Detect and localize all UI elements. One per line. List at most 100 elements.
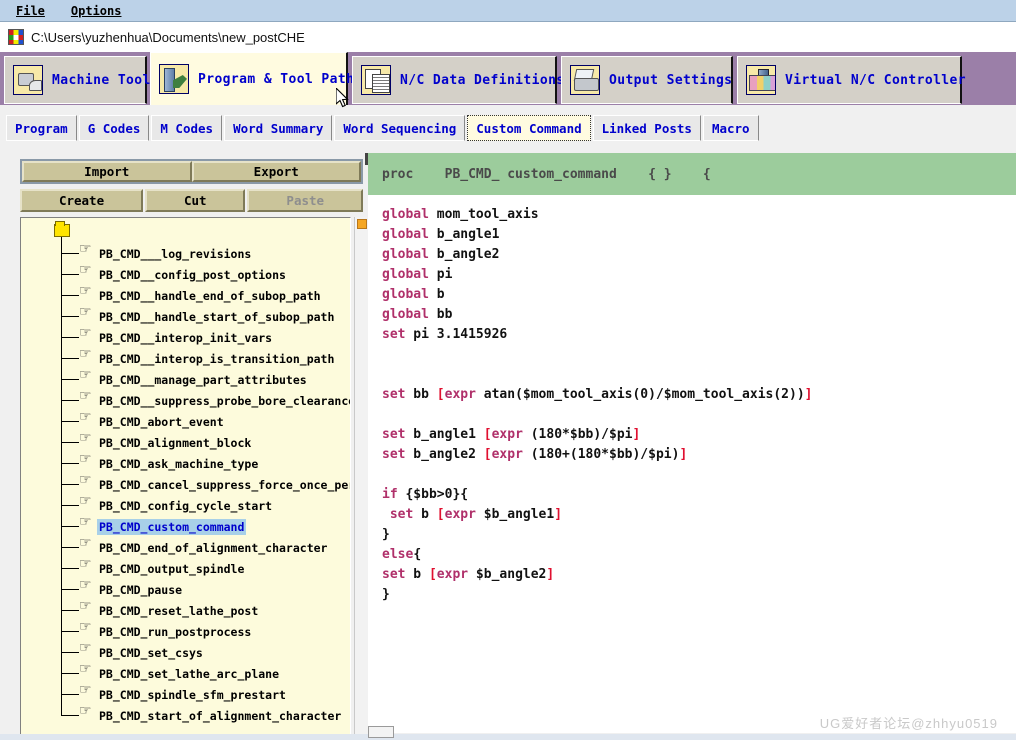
custom-command-icon xyxy=(79,284,94,302)
tree-item[interactable]: PB_CMD__interop_init_vars xyxy=(61,326,274,348)
tab-machine-tool-label: Machine Tool xyxy=(52,72,151,88)
tree-item-label: PB_CMD_set_lathe_arc_plane xyxy=(99,666,280,681)
tree-item-label: PB_CMD_start_of_alignment_character xyxy=(99,708,342,723)
code-line: } xyxy=(382,527,390,542)
import-button[interactable]: Import xyxy=(22,161,192,182)
tree-item[interactable]: PB_CMD_cancel_suppress_force_once_per_e xyxy=(61,473,350,495)
custom-command-icon xyxy=(79,599,94,617)
tree-item[interactable]: PB_CMD__manage_part_attributes xyxy=(61,368,309,390)
document-path-bar: C:\Users\yuzhenhua\Documents\new_postCHE xyxy=(0,22,1016,52)
tree-item[interactable]: PB_CMD_abort_event xyxy=(61,410,226,432)
menu-item-options[interactable]: Options xyxy=(61,2,132,20)
tree-item[interactable]: PB_CMD__suppress_probe_bore_clearance_r xyxy=(61,389,351,411)
tab-custom-command[interactable]: Custom Command xyxy=(467,115,591,141)
tree-vertical-scrollbar[interactable] xyxy=(354,217,369,740)
tree-item[interactable]: PB_CMD_run_postprocess xyxy=(61,620,253,642)
tree-item-label: PB_CMD_config_cycle_start xyxy=(99,498,273,513)
tree-item[interactable]: PB_CMD_spindle_sfm_prestart xyxy=(61,683,288,705)
custom-command-icon xyxy=(79,515,94,533)
tree-item[interactable]: PB_CMD_config_cycle_start xyxy=(61,494,274,516)
menu-bar: File Options xyxy=(0,0,1016,22)
custom-command-icon xyxy=(79,263,94,281)
tree-item[interactable]: PB_CMD__handle_end_of_subop_path xyxy=(61,284,323,306)
tab-virtual-nc-controller[interactable]: Virtual N/C Controller xyxy=(737,56,966,104)
command-tree[interactable]: PB_CMD___log_revisions PB_CMD__config_pos… xyxy=(20,217,351,740)
code-line: global bb xyxy=(382,307,453,322)
machine-tool-icon xyxy=(13,65,43,95)
code-line: set bb [expr atan($mom_tool_axis(0)/$mom… xyxy=(382,387,813,402)
tab-macro[interactable]: Macro xyxy=(702,115,759,141)
code-line: global b xyxy=(382,287,445,302)
tab-virtual-nc-controller-label: Virtual N/C Controller xyxy=(785,72,966,88)
tab-m-codes[interactable]: M Codes xyxy=(151,115,223,141)
custom-command-icon xyxy=(79,578,94,596)
tree-branch-line xyxy=(61,526,79,527)
tab-word-sequencing[interactable]: Word Sequencing xyxy=(334,115,466,141)
tree-item[interactable]: PB_CMD_set_csys xyxy=(61,641,205,663)
tab-output-settings[interactable]: Output Settings xyxy=(561,56,733,104)
tree-item-label: PB_CMD_custom_command xyxy=(97,518,247,535)
custom-command-icon xyxy=(79,368,94,386)
tree-item-label: PB_CMD__config_post_options xyxy=(99,267,286,282)
custom-command-icon xyxy=(79,641,94,659)
custom-command-icon xyxy=(79,389,94,407)
tree-item[interactable]: PB_CMD_pause xyxy=(61,578,184,600)
export-button[interactable]: Export xyxy=(191,161,361,182)
tree-branch-line xyxy=(61,568,79,569)
editor-code-body[interactable]: global mom_tool_axis global b_angle1 globa… xyxy=(368,195,1016,733)
bottom-strip xyxy=(0,734,1016,740)
tab-program-tool-path-label: Program & Tool Path xyxy=(198,71,355,87)
tab-nc-data-definitions-label: N/C Data Definitions xyxy=(400,72,565,88)
tab-word-summary[interactable]: Word Summary xyxy=(224,115,333,141)
custom-command-icon xyxy=(79,536,94,554)
tree-branch-line xyxy=(61,400,79,401)
tree-item-label: PB_CMD__suppress_probe_bore_clearance_r xyxy=(99,393,351,408)
custom-command-icon xyxy=(79,431,94,449)
code-line: global b_angle1 xyxy=(382,227,500,242)
tree-item[interactable]: PB_CMD___log_revisions xyxy=(61,242,253,264)
tree-item[interactable]: PB_CMD_set_lathe_arc_plane xyxy=(61,662,281,684)
tree-item[interactable]: PB_CMD_custom_command xyxy=(61,515,247,537)
menu-item-file-label: File xyxy=(16,3,45,18)
tab-linked-posts-label: Linked Posts xyxy=(601,120,692,136)
tab-program[interactable]: Program xyxy=(6,115,77,141)
tree-branch-line xyxy=(61,337,79,338)
tree-branch-line xyxy=(61,253,79,254)
main-tab-strip: Machine Tool Program & Tool Path N/C Dat… xyxy=(0,52,1016,105)
tab-nc-data-definitions[interactable]: N/C Data Definitions xyxy=(352,56,564,104)
tree-item[interactable]: PB_CMD_end_of_alignment_character xyxy=(61,536,329,558)
tree-item[interactable]: PB_CMD_start_of_alignment_character xyxy=(61,704,343,726)
tree-scrollbar-thumb[interactable] xyxy=(357,219,367,229)
tree-item-label: PB_CMD_end_of_alignment_character xyxy=(99,540,328,555)
cut-button[interactable]: Cut xyxy=(145,189,246,212)
tab-word-sequencing-label: Word Sequencing xyxy=(343,120,457,136)
tab-custom-command-label: Custom Command xyxy=(476,120,582,136)
tab-machine-tool[interactable]: Machine Tool xyxy=(4,56,150,104)
editor-proc-signature: proc PB_CMD_ custom_command { } { xyxy=(382,166,711,182)
tree-item[interactable]: PB_CMD_output_spindle xyxy=(61,557,246,579)
tree-branch-line xyxy=(61,316,79,317)
tree-branch-line xyxy=(61,715,79,716)
tree-item[interactable]: PB_CMD__config_post_options xyxy=(61,263,288,285)
tree-item[interactable]: PB_CMD_reset_lathe_post xyxy=(61,599,260,621)
tree-item[interactable]: PB_CMD_ask_machine_type xyxy=(61,452,260,474)
tree-branch-line xyxy=(61,274,79,275)
tree-item[interactable]: PB_CMD__interop_is_transition_path xyxy=(61,347,336,369)
editor-horizontal-scrollbar-thumb[interactable] xyxy=(368,726,394,738)
custom-command-icon xyxy=(79,410,94,428)
tab-g-codes[interactable]: G Codes xyxy=(78,115,150,141)
create-button[interactable]: Create xyxy=(20,189,144,212)
tab-program-tool-path[interactable]: Program & Tool Path xyxy=(150,52,354,105)
tab-linked-posts[interactable]: Linked Posts xyxy=(592,115,701,141)
tree-item[interactable]: PB_CMD_alignment_block xyxy=(61,431,253,453)
tree-item[interactable]: PB_CMD__handle_start_of_subop_path xyxy=(61,305,336,327)
menu-item-file[interactable]: File xyxy=(6,2,55,20)
custom-command-icon xyxy=(79,242,94,260)
nc-data-definitions-icon xyxy=(361,65,391,95)
sub-tab-strip: Program G Codes M Codes Word Summary Wor… xyxy=(0,115,1016,141)
tree-item-label: PB_CMD___log_revisions xyxy=(99,246,252,261)
tree-branch-line xyxy=(61,631,79,632)
command-editor-panel: proc PB_CMD_ custom_command { } { global… xyxy=(365,153,1016,733)
tree-item-label: PB_CMD_pause xyxy=(99,582,183,597)
